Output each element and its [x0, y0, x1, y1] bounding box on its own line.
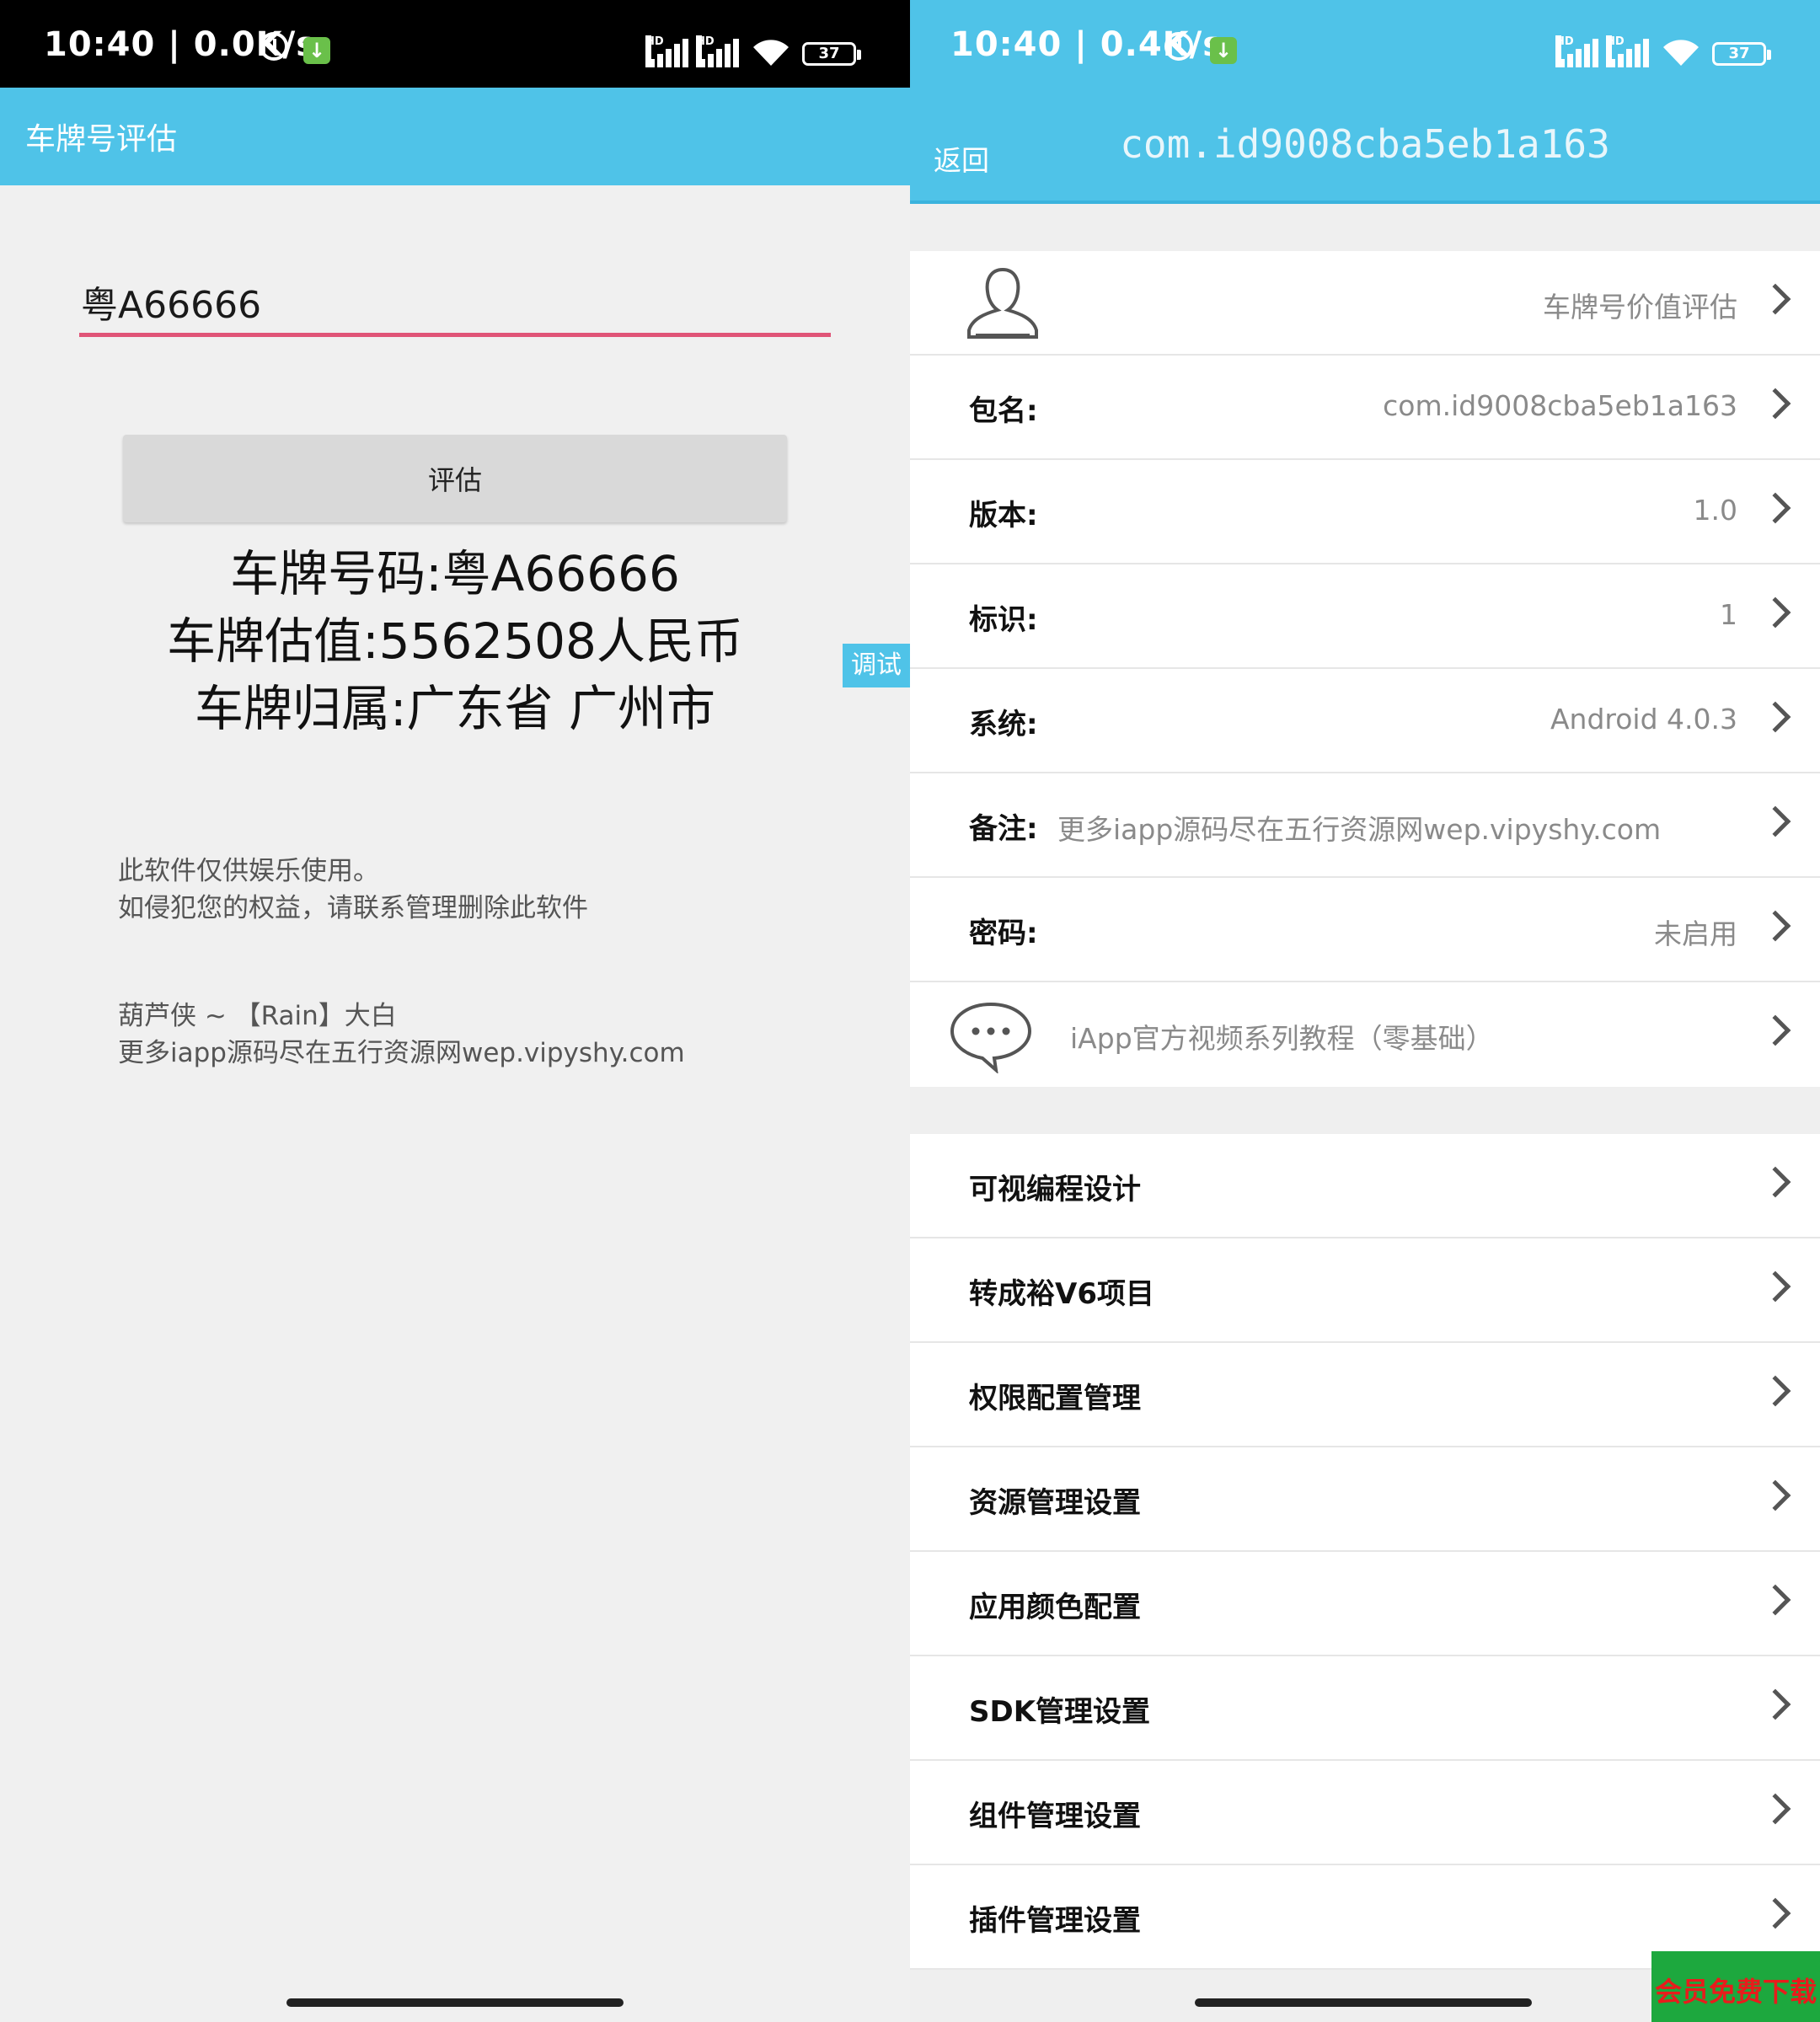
battery-icon: 37: [1712, 42, 1771, 66]
app-name-value: 车牌号价值评估: [1543, 291, 1737, 324]
alarm-icon: [260, 32, 288, 61]
app-bar: 车牌号评估: [0, 88, 910, 185]
chevron-right-icon: [1759, 1375, 1791, 1407]
chevron-right-icon: [1759, 1166, 1791, 1198]
menu-item-label: 资源管理设置: [969, 1486, 1141, 1520]
signal-icon: HD: [645, 35, 693, 67]
chevron-right-icon: [1759, 596, 1791, 629]
app-bar: 返回 com.id9008cba5eb1a163: [910, 88, 1820, 204]
info-label: 包名:: [969, 394, 1038, 428]
menu-item-components[interactable]: 组件管理设置: [910, 1761, 1820, 1865]
info-value: 未启用: [1654, 917, 1737, 950]
result-plate-region: 车牌归属:广东省 广州市: [195, 680, 715, 737]
info-label: 标识:: [969, 603, 1038, 637]
menu-item-visual-programming[interactable]: 可视编程设计: [910, 1134, 1820, 1238]
info-label: 系统:: [969, 708, 1038, 741]
app-info-list: 车牌号价值评估 包名: com.id9008cba5eb1a163 版本: 1.…: [910, 251, 1820, 1087]
result-plate-value: 车牌估值:5562508人民币: [167, 612, 743, 670]
chevron-right-icon: [1759, 1688, 1791, 1720]
chevron-right-icon: [1759, 805, 1791, 837]
left-screen: 10:40 | 0.0K/s ↓ HD HD 37 车牌号评估 评估 车牌号码:…: [0, 0, 910, 2022]
menu-item-resources[interactable]: 资源管理设置: [910, 1447, 1820, 1552]
info-row-version[interactable]: 版本: 1.0: [910, 460, 1820, 564]
info-value: 1.0: [1693, 494, 1737, 527]
chevron-right-icon: [1759, 1793, 1791, 1825]
info-value: Android 4.0.3: [1550, 703, 1737, 736]
info-value: com.id9008cba5eb1a163: [1383, 389, 1737, 422]
menu-item-convert-v6[interactable]: 转成裕V6项目: [910, 1238, 1820, 1343]
menu-item-label: 转成裕V6项目: [969, 1277, 1154, 1311]
settings-menu: 可视编程设计 转成裕V6项目 权限配置管理 资源管理设置 应用颜色配置 SDK管…: [910, 1134, 1820, 1970]
right-screen: 10:40 | 0.4K/s ↓ HD HD 37 返回 com.id9008c…: [910, 0, 1820, 2022]
signal-icon: HD: [1555, 35, 1603, 67]
info-row-system[interactable]: 系统: Android 4.0.3: [910, 669, 1820, 773]
menu-item-label: SDK管理设置: [969, 1695, 1151, 1729]
credit-line: 更多iapp源码尽在五行资源网wep.vipyshy.com: [118, 1038, 685, 1068]
app-header-row[interactable]: 车牌号价值评估: [910, 251, 1820, 356]
chevron-right-icon: [1759, 1479, 1791, 1511]
debug-tab[interactable]: 调试: [843, 644, 910, 687]
download-icon: ↓: [303, 37, 330, 64]
menu-item-label: 权限配置管理: [969, 1382, 1141, 1415]
battery-icon: 37: [802, 42, 861, 66]
download-icon: ↓: [1210, 37, 1237, 64]
chevron-right-icon: [1759, 1014, 1791, 1046]
menu-item-label: 应用颜色配置: [969, 1591, 1141, 1624]
info-row-remark[interactable]: 备注: 更多iapp源码尽在五行资源网wep.vipyshy.com: [910, 773, 1820, 878]
info-row-identifier[interactable]: 标识: 1: [910, 564, 1820, 669]
menu-item-label: 插件管理设置: [969, 1904, 1141, 1938]
menu-item-sdk[interactable]: SDK管理设置: [910, 1656, 1820, 1761]
page-title: 车牌号评估: [25, 122, 178, 157]
vip-download-badge[interactable]: 会员免费下载: [1651, 1951, 1820, 2022]
wifi-icon: [1662, 39, 1700, 67]
info-label: 版本:: [969, 499, 1038, 532]
chevron-right-icon: [1759, 492, 1791, 524]
info-value: 1: [1720, 598, 1737, 631]
menu-item-colors[interactable]: 应用颜色配置: [910, 1552, 1820, 1656]
chevron-right-icon: [1759, 1584, 1791, 1616]
info-row-password[interactable]: 密码: 未启用: [910, 878, 1820, 982]
status-bar: 10:40 | 0.0K/s ↓ HD HD 37: [0, 0, 910, 88]
wifi-icon: [752, 39, 790, 67]
chevron-right-icon: [1759, 1270, 1791, 1303]
page-title: com.id9008cba5eb1a163: [1120, 121, 1610, 167]
credit-line: 葫芦侠 ~ 【Rain】大白: [118, 1001, 397, 1031]
chevron-right-icon: [1759, 283, 1791, 315]
info-label: 密码:: [969, 917, 1038, 950]
chat-icon: [950, 1002, 1032, 1073]
user-icon: [967, 267, 1038, 339]
tutorial-link: iApp官方视频系列教程（零基础）: [1070, 1022, 1494, 1055]
disclaimer-line: 如侵犯您的权益，请联系管理删除此软件: [118, 893, 588, 923]
info-value: 更多iapp源码尽在五行资源网wep.vipyshy.com: [1057, 813, 1662, 846]
signal-icon: HD: [1606, 35, 1653, 67]
home-indicator[interactable]: [1195, 1998, 1532, 2007]
chevron-right-icon: [1759, 1897, 1791, 1929]
info-label: 备注:: [969, 812, 1038, 846]
chevron-right-icon: [1759, 388, 1791, 420]
status-bar: 10:40 | 0.4K/s ↓ HD HD 37: [910, 0, 1820, 88]
tutorial-link-row[interactable]: iApp官方视频系列教程（零基础）: [910, 982, 1820, 1087]
disclaimer-line: 此软件仅供娱乐使用。: [118, 856, 379, 886]
result-plate-number: 车牌号码:粤A66666: [230, 545, 680, 602]
signal-icon: HD: [696, 35, 743, 67]
chevron-right-icon: [1759, 701, 1791, 733]
info-row-package[interactable]: 包名: com.id9008cba5eb1a163: [910, 356, 1820, 460]
alarm-icon: [1164, 32, 1193, 61]
evaluate-button[interactable]: 评估: [123, 435, 787, 522]
menu-item-label: 组件管理设置: [969, 1800, 1141, 1833]
menu-item-label: 可视编程设计: [969, 1173, 1141, 1206]
plate-number-input[interactable]: [79, 270, 831, 337]
chevron-right-icon: [1759, 910, 1791, 942]
home-indicator[interactable]: [286, 1998, 624, 2007]
menu-item-permissions[interactable]: 权限配置管理: [910, 1343, 1820, 1447]
